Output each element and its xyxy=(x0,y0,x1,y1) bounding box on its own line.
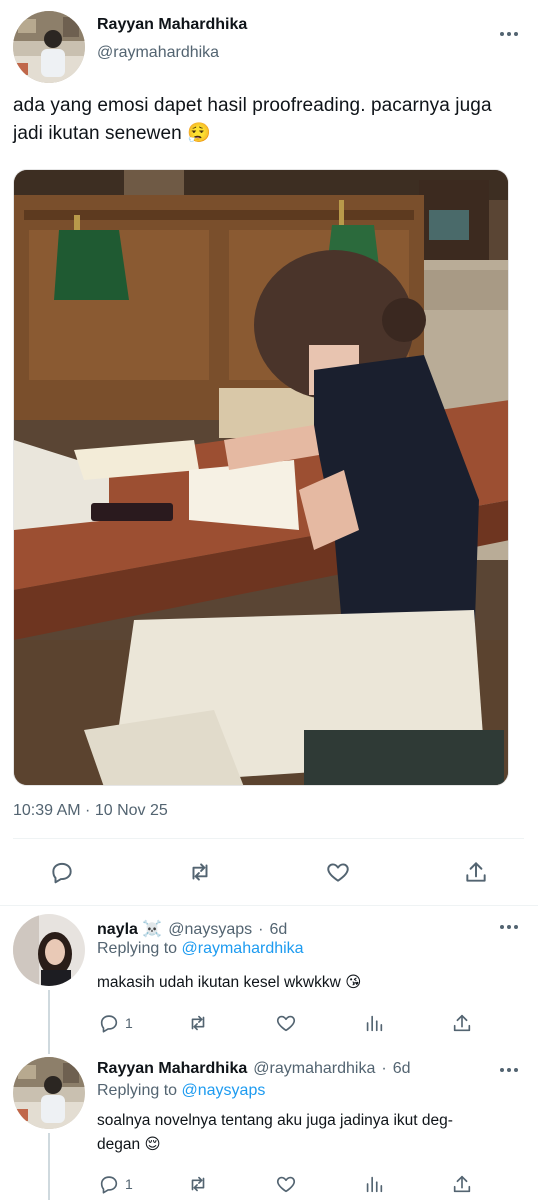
divider-top xyxy=(13,838,524,839)
replying-to: Replying to @naysyaps xyxy=(97,1082,265,1100)
reply-count: 1 xyxy=(125,1015,133,1031)
tweet-photo[interactable] xyxy=(13,169,509,786)
retweet-icon xyxy=(191,1015,205,1031)
retweet-icon xyxy=(192,863,208,881)
library-photo xyxy=(14,170,508,785)
more-icon[interactable] xyxy=(499,1060,519,1080)
reply-age[interactable]: 6d xyxy=(269,921,287,939)
thread-line xyxy=(48,990,50,1054)
tweet-text: ada yang emosi dapet hasil proofreading.… xyxy=(13,95,492,144)
retweet-icon xyxy=(191,1176,205,1192)
reply-author-handle[interactable]: @naysyaps xyxy=(168,921,252,939)
retweet-button[interactable] xyxy=(183,1008,213,1038)
share-button[interactable] xyxy=(447,1169,477,1199)
reply-avatar[interactable] xyxy=(13,1057,85,1129)
reply-header: Rayyan Mahardhika @raymahardhika · 6d xyxy=(97,1060,410,1078)
share-icon xyxy=(453,1014,471,1032)
views-icon xyxy=(366,1015,383,1032)
reply-author-name[interactable]: Rayyan Mahardhika xyxy=(97,1060,247,1078)
author-avatar[interactable] xyxy=(13,11,85,83)
like-button[interactable] xyxy=(271,1169,301,1199)
replying-to: Replying to @raymahardhika xyxy=(97,940,304,958)
reply-dot: · xyxy=(381,1060,387,1077)
retweet-button[interactable] xyxy=(183,1169,213,1199)
reply-avatar[interactable] xyxy=(13,914,85,986)
tweet-timestamp[interactable]: 10:39 AM · 10 Nov 25 xyxy=(13,802,168,820)
reply-button[interactable] xyxy=(94,1008,124,1038)
replying-to-link[interactable]: @naysyaps xyxy=(182,1082,266,1099)
share-button[interactable] xyxy=(447,1008,477,1038)
heart-icon xyxy=(327,863,349,882)
views-button[interactable] xyxy=(359,1169,389,1199)
views-button[interactable] xyxy=(359,1008,389,1038)
heart-icon xyxy=(276,1015,296,1032)
share-button[interactable] xyxy=(461,857,491,887)
views-icon xyxy=(366,1176,383,1193)
reply-icon xyxy=(52,862,72,884)
reply-text: makasih udah ikutan kesel wkwkkw 😘 xyxy=(97,974,362,991)
author-handle[interactable]: @raymahardhika xyxy=(97,44,219,62)
more-icon[interactable] xyxy=(499,24,519,44)
replying-to-link[interactable]: @raymahardhika xyxy=(182,940,304,957)
reply-age[interactable]: 6d xyxy=(393,1060,411,1078)
like-button[interactable] xyxy=(271,1008,301,1038)
reply-button[interactable] xyxy=(94,1169,124,1199)
reply-author-name[interactable]: nayla ☠️ xyxy=(97,919,162,939)
reply-count: 1 xyxy=(125,1176,133,1192)
replying-to-label: Replying to xyxy=(97,1082,178,1099)
reply-dot: · xyxy=(258,921,264,938)
reply-text-line-1: soalnya novelnya tentang aku juga jadiny… xyxy=(97,1112,453,1129)
more-icon[interactable] xyxy=(499,917,519,937)
reply-icon xyxy=(100,1015,118,1033)
divider-bottom xyxy=(0,905,538,906)
like-button[interactable] xyxy=(323,857,353,887)
reply-header: nayla ☠️ @naysyaps · 6d xyxy=(97,919,287,939)
heart-icon xyxy=(276,1176,296,1193)
retweet-button[interactable] xyxy=(185,857,215,887)
author-name[interactable]: Rayyan Mahardhika xyxy=(97,16,247,34)
thread-line xyxy=(48,1133,50,1200)
replying-to-label: Replying to xyxy=(97,940,178,957)
share-icon xyxy=(466,862,486,882)
reply-author-handle[interactable]: @raymahardhika xyxy=(253,1060,375,1078)
reply-icon xyxy=(100,1176,118,1194)
reply-button[interactable] xyxy=(47,857,77,887)
reply-text-line-2: degan 😌 xyxy=(97,1136,161,1153)
share-icon xyxy=(453,1175,471,1193)
